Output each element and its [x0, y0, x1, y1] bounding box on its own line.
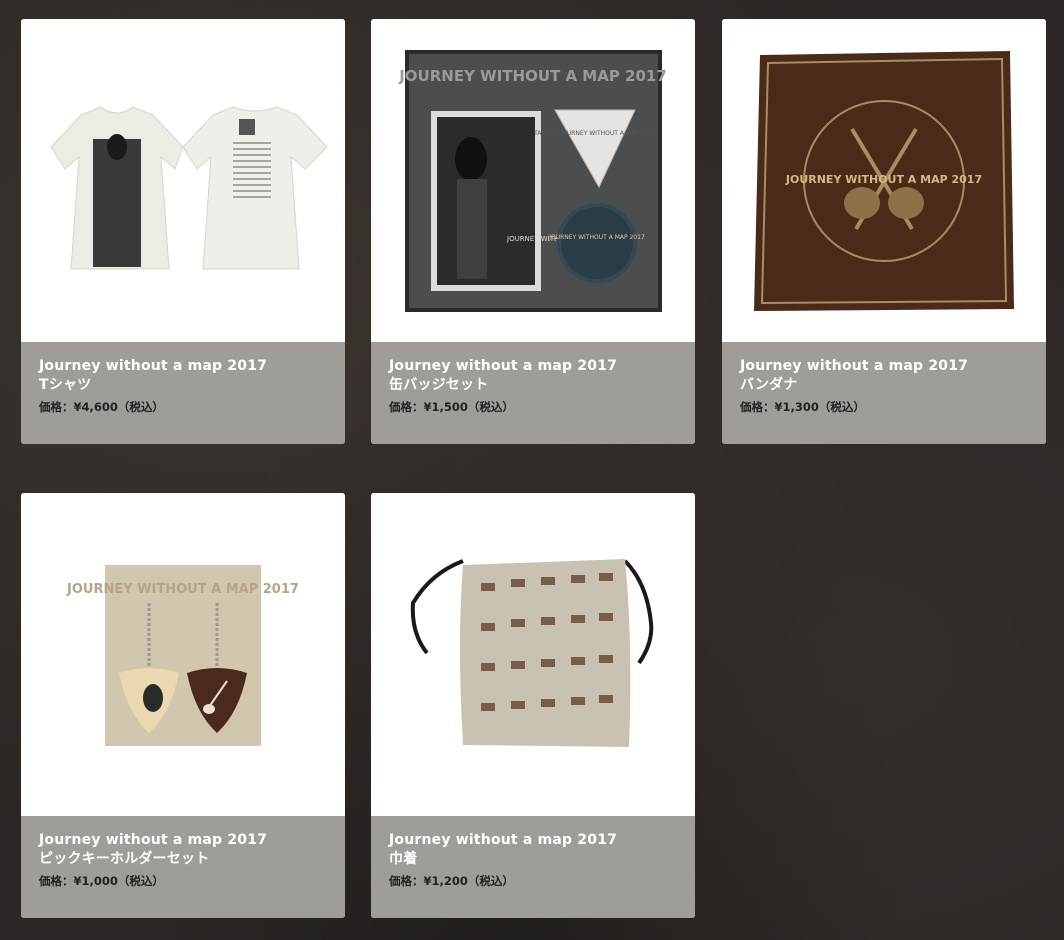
product-info: Journey without a map 2017 巾着 価格：¥1,200（… — [371, 816, 695, 918]
product-info: Journey without a map 2017 ピックキーホルダーセット … — [21, 816, 345, 918]
product-price: 価格：¥4,600（税込） — [39, 400, 164, 414]
keyholder-text: JOURNEY WITHOUT A MAP 2017 — [66, 582, 299, 597]
product-title[interactable]: Journey without a map 2017 — [740, 357, 1028, 376]
badge-board-heading: JOURNEY WITHOUT A MAP 2017 — [398, 67, 667, 85]
pick-text: TAKURO JOURNEY WITHOUT A MAP 2017 — [533, 130, 656, 137]
product-image-tshirt[interactable] — [21, 19, 345, 342]
product-image-pick-keyholder[interactable]: JOURNEY WITHOUT A MAP 2017 — [21, 493, 345, 816]
product-card-drawstring-bag[interactable]: Journey without a map 2017 巾着 価格：¥1,200（… — [371, 493, 695, 918]
product-image-drawstring-bag[interactable] — [371, 493, 695, 816]
product-name[interactable]: ピックキーホルダーセット — [39, 850, 327, 869]
product-image-badge-set[interactable]: JOURNEY WITHOUT A MAP 2017 JOURNEY WITHO… — [371, 19, 695, 342]
product-card-bandana[interactable]: JOURNEY WITHOUT A MAP 2017 Journey witho… — [722, 19, 1046, 444]
product-info: Journey without a map 2017 Tシャツ 価格：¥4,60… — [21, 342, 345, 444]
product-title[interactable]: Journey without a map 2017 — [39, 357, 327, 376]
product-price: 価格：¥1,300（税込） — [740, 400, 865, 414]
badge-text: JOURNEY WITHOUT A MAP 2017 — [548, 234, 645, 241]
product-card-tshirt[interactable]: Journey without a map 2017 Tシャツ 価格：¥4,60… — [21, 19, 345, 444]
product-info: Journey without a map 2017 バンダナ 価格：¥1,30… — [722, 342, 1046, 444]
product-name[interactable]: Tシャツ — [39, 376, 327, 395]
product-name[interactable]: 缶バッジセット — [389, 376, 677, 395]
product-name[interactable]: 巾着 — [389, 850, 677, 869]
product-card-badge-set[interactable]: JOURNEY WITHOUT A MAP 2017 JOURNEY WITHO… — [371, 19, 695, 444]
product-card-pick-keyholder[interactable]: JOURNEY WITHOUT A MAP 2017 Journey witho… — [21, 493, 345, 918]
product-title[interactable]: Journey without a map 2017 — [389, 831, 677, 850]
product-price: 価格：¥1,500（税込） — [389, 400, 514, 414]
product-image-bandana[interactable]: JOURNEY WITHOUT A MAP 2017 — [722, 19, 1046, 342]
product-title[interactable]: Journey without a map 2017 — [39, 831, 327, 850]
bandana-text: JOURNEY WITHOUT A MAP 2017 — [785, 173, 982, 186]
product-name[interactable]: バンダナ — [740, 376, 1028, 395]
product-price: 価格：¥1,200（税込） — [389, 874, 514, 888]
product-info: Journey without a map 2017 缶バッジセット 価格：¥1… — [371, 342, 695, 444]
product-price: 価格：¥1,000（税込） — [39, 874, 164, 888]
product-title[interactable]: Journey without a map 2017 — [389, 357, 677, 376]
